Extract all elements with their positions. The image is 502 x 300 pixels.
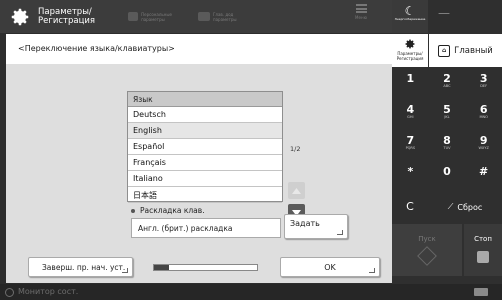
keypad-key[interactable]: 3 DEF [465, 68, 502, 99]
stop-label: Стоп [474, 235, 492, 243]
reset-icon: ⟋ [447, 202, 454, 211]
keypad-key-letters: PQRS [405, 146, 416, 150]
keyboard-icon[interactable] [474, 288, 488, 296]
sleep-button[interactable]: ☾ Энергосбережение [392, 0, 428, 33]
list-item[interactable]: English [128, 123, 282, 139]
chevron-up-icon [292, 187, 301, 194]
keypad-key-letters: TUV [443, 146, 451, 150]
set-button[interactable]: Задать [284, 214, 348, 239]
list-item[interactable]: Español [128, 139, 282, 155]
keypad-key[interactable]: * [392, 161, 429, 192]
stop-icon [477, 251, 489, 263]
keypad-key[interactable]: 7 PQRS [392, 130, 429, 161]
keypad-key-number: 1 [406, 72, 415, 85]
keyboard-layout-label: Раскладка клав. [131, 206, 205, 215]
status-monitor-icon [5, 288, 14, 297]
status-bar: Монитор сост. [0, 284, 502, 300]
settings-registration-label: Параметры/ Регистрация [396, 51, 424, 61]
language-list-header: Язык [128, 92, 282, 107]
gear-icon [405, 39, 415, 49]
finish-initial-setup-button[interactable]: Заверш. пр. нач. уст. [28, 257, 133, 277]
keypad-key-number: 0 [443, 165, 451, 178]
top-bar: Параметры/ Регистрация Персональные пара… [0, 0, 392, 33]
home-label: Главный [454, 45, 493, 56]
list-item[interactable]: Deutsch [128, 107, 282, 123]
page-title: Параметры/ Регистрация [38, 6, 95, 26]
keypad-key-number: # [479, 165, 489, 178]
moon-icon: ☾ [404, 4, 416, 18]
keypad-panel: ☾ Энергосбережение — Параметры/ Регистра… [392, 0, 502, 284]
keypad-key[interactable]: 5 JKL [429, 99, 466, 130]
scroll-up-button[interactable] [288, 182, 305, 199]
clear-key[interactable]: C [392, 192, 428, 222]
shortcut-settings[interactable]: Глав. дод параметры [198, 12, 258, 22]
keypad-key[interactable]: 2 ABC [429, 68, 466, 99]
keypad-key-letters: JKL [444, 115, 450, 119]
list-item[interactable]: Italiano [128, 171, 282, 187]
home-button[interactable]: ⌂ Главный [429, 34, 502, 67]
corner-icon [337, 230, 343, 235]
bullet-icon [131, 208, 135, 213]
list-item[interactable]: Français [128, 155, 282, 171]
keypad-key[interactable]: 8 TUV [429, 130, 466, 161]
bottom-row: Заверш. пр. нач. уст. OK [28, 257, 380, 277]
settings-shortcut-icon [198, 12, 210, 21]
keypad-key-letters: GHI [407, 115, 414, 119]
keypad-key-letters: DEF [480, 84, 488, 88]
keyboard-layout-label-text: Раскладка клав. [140, 206, 205, 215]
language-list: Язык Deutsch English Español Français It… [127, 91, 283, 203]
settings-registration-button[interactable]: Параметры/ Регистрация [392, 34, 428, 67]
ok-button-label: OK [324, 263, 336, 272]
reset-label: Сброс [457, 202, 483, 212]
shortcut-personal-label: Персональные параметры [141, 11, 172, 22]
keypad-key[interactable]: 6 MNO [465, 99, 502, 130]
keyboard-layout-field: Англ. (брит.) раскладка [131, 218, 281, 238]
home-icon: ⌂ [438, 44, 451, 57]
reset-key[interactable]: ⟋ Сброс [428, 192, 502, 222]
set-button-label: Задать [290, 219, 320, 228]
start-label: Пуск [418, 235, 436, 243]
menu-button[interactable]: Меню [348, 4, 374, 20]
finish-initial-setup-label: Заверш. пр. нач. уст. [42, 263, 126, 272]
setup-progress-bar [153, 264, 258, 271]
menu-label: Меню [355, 15, 367, 20]
dash-icon: — [438, 6, 450, 20]
panel-header: <Переключение языка/клавиатуры> [6, 34, 392, 64]
keypad-key-letters: ABC [443, 84, 451, 88]
keypad-key-letters: MNO [479, 115, 488, 119]
keypad-key[interactable]: 0 [429, 161, 466, 192]
keypad-key[interactable]: 1 [392, 68, 429, 99]
list-item[interactable]: 日本語 [128, 187, 282, 203]
corner-icon [122, 268, 128, 273]
stop-button[interactable]: Стоп [464, 224, 502, 276]
corner-icon [369, 268, 375, 273]
keypad-key[interactable]: 4 GHI [392, 99, 429, 130]
start-icon [417, 246, 437, 266]
ok-button[interactable]: OK [280, 257, 380, 277]
keypad-key-letters: WXYZ [478, 146, 489, 150]
page-indicator: 1/2 [290, 145, 301, 153]
keypad-key[interactable]: # [465, 161, 502, 192]
shortcut-personal[interactable]: Персональные параметры [128, 12, 188, 22]
start-button[interactable]: Пуск [392, 224, 462, 276]
person-icon [128, 12, 139, 21]
menu-icon [355, 4, 367, 13]
gear-icon [6, 3, 34, 31]
status-monitor-button[interactable]: Монитор сост. [18, 287, 78, 296]
shortcut-settings-label: Глав. дод параметры [212, 11, 237, 22]
keypad-key[interactable]: 9 WXYZ [465, 130, 502, 161]
progress-fill [154, 265, 170, 270]
keypad-key-number: * [407, 165, 414, 178]
numeric-keypad: 1 2 ABC 3 DEF 4 GHI 5 JKL 6 MNO 7 PQRS 8 TUV 9 WXYZ * 0 # [392, 68, 502, 192]
sleep-label: Энергосбережение [394, 17, 426, 21]
